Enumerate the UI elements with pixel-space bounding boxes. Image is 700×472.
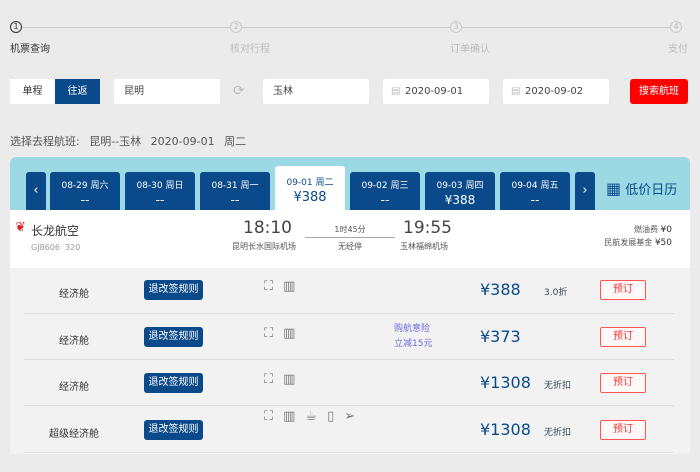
baggage-icon: ▥ <box>283 409 296 424</box>
fare-row: 经济舱 退改签规则 ⛶ ▥ ¥1308 无折扣 预订 <box>24 360 674 406</box>
depart-date-value: 2020-09-01 <box>405 86 464 97</box>
step-3-label: 订单确认 <box>450 44 490 55</box>
amenities: ⛶ ▥ ☕ ▯ ➢ <box>264 409 374 424</box>
baggage-icon: ▥ <box>283 326 296 341</box>
section-label: 选择去程航班: <box>10 135 80 148</box>
date-tab[interactable]: 08-29 周六 -- <box>50 172 120 210</box>
fare-row: 经济舱 退改签规则 ⛶ ▥ ¥388 3.0折 预订 <box>24 268 674 314</box>
cabin-class: 经济舱 <box>59 382 89 393</box>
refund-rules-button[interactable]: 退改签规则 <box>144 327 203 347</box>
development-fund: 民航发展基金 ¥50 <box>604 238 672 248</box>
route-weekday: 周二 <box>224 135 247 148</box>
date-tab[interactable]: 09-03 周四 ¥388 <box>425 172 495 210</box>
calendar-label: 低价日历 <box>625 183 678 198</box>
progress-line <box>20 27 675 28</box>
amenities: ⛶ ▥ <box>264 372 374 387</box>
flight-info: ❦ 长龙航空 GJ8606 320 18:10 昆明长水国际机场 1时45分 无… <box>10 210 690 268</box>
cabin-class: 经济舱 <box>59 289 89 300</box>
step-1-label: 机票查询 <box>10 44 50 55</box>
cabin-class: 经济舱 <box>59 336 89 347</box>
date-tab[interactable]: 09-02 周三 -- <box>350 172 420 210</box>
airline-logo-icon: ❦ <box>15 220 26 235</box>
discount: 3.0折 <box>544 288 568 298</box>
route-date: 2020-09-01 <box>150 135 215 148</box>
low-price-calendar-button[interactable]: ▦ 低价日历 <box>606 179 677 198</box>
next-dates-button[interactable]: › <box>575 172 595 210</box>
flight-number: GJ8606 320 <box>31 243 81 252</box>
step-4-label: 支付 <box>668 44 688 55</box>
return-date-input[interactable]: ▤ 2020-09-02 <box>503 79 609 104</box>
insurance-promo[interactable]: 购航意险 立减15元 <box>394 322 432 352</box>
search-button[interactable]: 搜索航班 <box>630 79 688 104</box>
step-2-marker: 2 <box>230 21 242 33</box>
book-button[interactable]: 预订 <box>600 373 646 393</box>
return-date-value: 2020-09-02 <box>525 86 584 97</box>
fare-price: ¥373 <box>480 327 521 346</box>
date-tabs-bar: ‹ 08-29 周六 -- 08-30 周日 -- 08-31 周一 -- 09-01… <box>10 157 690 210</box>
seat-icon: ⛶ <box>264 326 274 341</box>
refund-rules-button[interactable]: 退改签规则 <box>144 420 203 440</box>
airline-name: 长龙航空 <box>31 224 80 238</box>
seat-icon: ⛶ <box>264 279 274 294</box>
fare-row: 超级经济舱 退改签规则 ⛶ ▥ ☕ ▯ ➢ ¥1308 无折扣 预订 <box>24 406 674 453</box>
calendar-icon: ▤ <box>391 86 401 97</box>
fare-price: ¥388 <box>480 280 521 299</box>
calendar-icon: ▤ <box>511 86 521 97</box>
stops: 无经停 <box>338 242 362 251</box>
book-button[interactable]: 预订 <box>600 420 646 440</box>
step-4-marker: 4 <box>670 21 682 33</box>
book-button[interactable]: 预订 <box>600 280 646 300</box>
calendar-icon: ▦ <box>606 179 622 198</box>
prev-dates-button[interactable]: ‹ <box>26 172 46 210</box>
fuel-fee: 燃油费 ¥0 <box>634 225 672 235</box>
duration: 1时45分 <box>334 225 366 234</box>
route-arrow <box>305 237 395 238</box>
arrival-time: 19:55 <box>403 218 452 238</box>
step-3-marker: 3 <box>450 21 462 33</box>
baggage-icon: ▥ <box>283 279 296 294</box>
refund-rules-button[interactable]: 退改签规则 <box>144 280 203 300</box>
departure-airport: 昆明长水国际机场 <box>232 242 296 251</box>
book-button[interactable]: 预订 <box>600 327 646 347</box>
discount: 无折扣 <box>544 428 572 438</box>
paper-plane-icon: ➢ <box>344 409 356 424</box>
date-tab-selected[interactable]: 09-01 周二 ¥388 <box>275 166 345 210</box>
departure-time: 18:10 <box>243 218 292 238</box>
cabin-class: 超级经济舱 <box>49 429 99 440</box>
one-way-option[interactable]: 单程 <box>10 79 55 104</box>
section-title: 选择去程航班: 昆明--玉林 2020-09-01 周二 <box>10 133 246 149</box>
flight-panel: ‹ 08-29 周六 -- 08-30 周日 -- 08-31 周一 -- 09-01… <box>10 157 690 454</box>
fare-row: 经济舱 退改签规则 ⛶ ▥ 购航意险 立减15元 ¥373 预订 <box>24 314 674 360</box>
discount: 无折扣 <box>544 381 572 391</box>
route: 昆明--玉林 <box>89 135 142 148</box>
amenities: ⛶ ▥ <box>264 326 374 341</box>
trip-type-toggle: 单程 往返 <box>10 79 100 104</box>
swap-icon[interactable]: ⟳ <box>233 83 245 99</box>
arrival-airport: 玉林福绵机场 <box>400 242 448 251</box>
step-1-marker: 1 <box>10 21 22 33</box>
from-city-input[interactable]: 昆明 <box>114 79 220 104</box>
fare-price: ¥1308 <box>480 373 531 392</box>
baggage-icon: ▥ <box>283 372 296 387</box>
round-trip-option[interactable]: 往返 <box>55 79 100 104</box>
date-tab[interactable]: 09-04 周五 -- <box>500 172 570 210</box>
depart-date-input[interactable]: ▤ 2020-09-01 <box>383 79 489 104</box>
refund-rules-button[interactable]: 退改签规则 <box>144 373 203 393</box>
step-2-label: 核对行程 <box>230 44 270 55</box>
to-city-input[interactable]: 玉林 <box>263 79 369 104</box>
date-tab[interactable]: 08-30 周日 -- <box>125 172 195 210</box>
seat-icon: ⛶ <box>264 372 274 387</box>
date-tab[interactable]: 08-31 周一 -- <box>200 172 270 210</box>
luggage-icon: ▯ <box>327 409 335 424</box>
meal-icon: ☕ <box>305 409 318 424</box>
amenities: ⛶ ▥ <box>264 279 374 294</box>
fare-price: ¥1308 <box>480 420 531 439</box>
seat-icon: ⛶ <box>264 409 274 424</box>
